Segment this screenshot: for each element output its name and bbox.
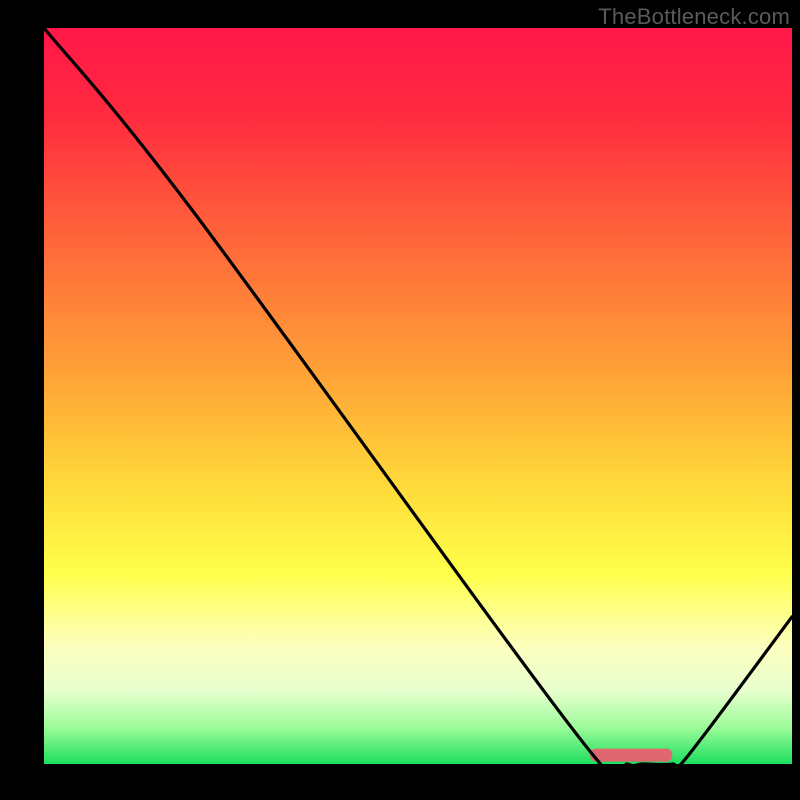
watermark-text: TheBottleneck.com [598,4,790,30]
optimal-range-bar [590,749,672,762]
bottleneck-chart [0,0,800,800]
chart-gradient-background [44,28,792,764]
chart-stage: TheBottleneck.com [0,0,800,800]
